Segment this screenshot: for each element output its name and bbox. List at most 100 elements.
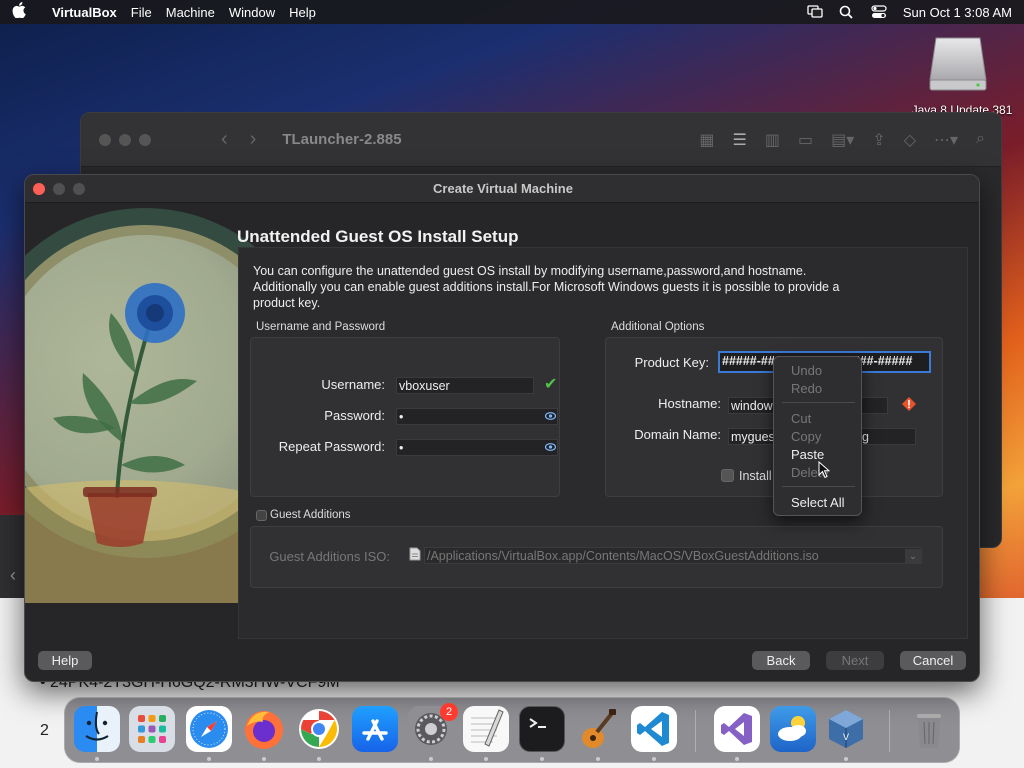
launchpad-icon[interactable] <box>129 706 175 752</box>
valid-check-icon: ✔ <box>544 376 558 393</box>
running-indicator <box>207 757 211 761</box>
file-icon <box>409 547 421 561</box>
dock-separator <box>889 710 890 752</box>
additional-options-label: Additional Options <box>611 321 705 333</box>
menu-item-select-all[interactable]: Select All <box>791 495 844 510</box>
show-password-eye-icon[interactable] <box>545 412 556 420</box>
menu-separator <box>782 486 855 487</box>
dock-separator <box>695 710 696 752</box>
repeat-password-label: Repeat Password: <box>278 439 385 454</box>
weather-icon[interactable] <box>770 706 816 752</box>
show-repeat-password-eye-icon[interactable] <box>545 443 556 451</box>
cancel-button[interactable]: Cancel <box>900 651 966 670</box>
menu-app-name[interactable]: VirtualBox <box>52 5 117 20</box>
next-button[interactable]: Next <box>826 651 884 670</box>
password-label: Password: <box>324 408 385 423</box>
help-button[interactable]: Help <box>38 651 92 670</box>
guest-additions-label: Guest Additions <box>270 509 351 521</box>
edit-context-menu: Undo Redo Cut Copy Paste Delete Select A… <box>773 356 862 516</box>
app-store-icon[interactable] <box>352 706 398 752</box>
column-view-icon[interactable]: ▥ <box>765 130 780 150</box>
page-title: Unattended Guest OS Install Setup <box>237 227 519 246</box>
product-key-label: Product Key: <box>634 355 709 370</box>
list-view-icon[interactable]: ☰ <box>733 130 747 150</box>
left-arrow-icon[interactable]: ‹ <box>10 565 16 586</box>
textedit-icon[interactable] <box>463 706 509 752</box>
menu-item-undo[interactable]: Undo <box>791 363 822 378</box>
password-input[interactable]: • <box>396 408 558 425</box>
username-input[interactable]: vboxuser <box>396 377 534 394</box>
running-indicator <box>735 757 739 761</box>
iso-dropdown-chevron-icon[interactable]: ⌄ <box>905 549 921 564</box>
guest-additions-iso-label: Guest Additions ISO: <box>269 549 390 564</box>
install-in-background-checkbox[interactable] <box>721 469 734 482</box>
menu-item-paste[interactable]: Paste <box>791 447 824 462</box>
vscode-icon[interactable] <box>631 706 677 752</box>
page-description: You can configure the unattended guest O… <box>253 264 840 310</box>
background-doc-line-2: 2 <box>40 722 49 739</box>
chrome-icon[interactable] <box>296 706 342 752</box>
share-icon[interactable]: ⇪ <box>872 130 885 150</box>
guest-additions-iso-field[interactable]: /Applications/VirtualBox.app/Contents/Ma… <box>424 547 922 564</box>
apple-icon[interactable] <box>12 1 42 23</box>
warning-icon <box>902 397 916 411</box>
svg-text:V: V <box>843 732 849 742</box>
forward-arrow-icon[interactable]: › <box>250 128 257 151</box>
menu-bar: VirtualBox File Machine Window Help Sun … <box>0 0 1024 24</box>
menu-help[interactable]: Help <box>289 5 316 20</box>
menu-machine[interactable]: Machine <box>166 5 215 20</box>
trash-icon[interactable] <box>906 706 952 752</box>
domain-name-value: mygues <box>731 430 775 444</box>
external-drive-icon[interactable] <box>928 36 988 92</box>
repeat-password-input[interactable]: • <box>396 439 558 456</box>
menu-file[interactable]: File <box>131 5 152 20</box>
firefox-icon[interactable] <box>241 706 287 752</box>
running-indicator <box>652 757 656 761</box>
spotlight-search-icon[interactable] <box>839 5 855 19</box>
gallery-view-icon[interactable]: ▭ <box>798 130 813 150</box>
running-indicator <box>540 757 544 761</box>
running-indicator <box>596 757 600 761</box>
finder-traffic-lights <box>99 133 151 146</box>
more-icon[interactable]: ⋯▾ <box>934 130 958 150</box>
menu-clock[interactable]: Sun Oct 1 3:08 AM <box>903 5 1012 20</box>
running-indicator <box>844 757 848 761</box>
visual-studio-icon[interactable] <box>714 706 760 752</box>
menu-separator <box>782 402 855 403</box>
tag-icon[interactable]: ◇ <box>904 130 916 150</box>
menu-item-cut[interactable]: Cut <box>791 411 811 426</box>
dialog-titlebar: Create Virtual Machine <box>25 175 979 203</box>
back-arrow-icon[interactable]: ‹ <box>221 128 228 151</box>
dock: V <box>64 697 960 763</box>
terminal-icon[interactable] <box>519 706 565 752</box>
menu-item-redo[interactable]: Redo <box>791 381 822 396</box>
finder-icon[interactable] <box>74 706 120 752</box>
control-center-icon[interactable] <box>871 5 887 19</box>
back-button[interactable]: Back <box>752 651 810 670</box>
username-label: Username: <box>321 377 385 392</box>
finder-title: TLauncher-2.885 <box>282 131 402 148</box>
running-indicator <box>317 757 321 761</box>
safari-icon[interactable] <box>186 706 232 752</box>
mouse-cursor-icon <box>818 461 830 479</box>
hostname-label: Hostname: <box>658 396 721 411</box>
install-checkbox-label: Install <box>739 469 772 483</box>
dialog-title: Create Virtual Machine <box>433 181 573 196</box>
menu-window[interactable]: Window <box>229 5 275 20</box>
finder-toolbar: ‹ › TLauncher-2.885 ▦ ☰ ▥ ▭ ▤▾ ⇪ ◇ ⋯▾ ⌕ <box>81 113 1001 167</box>
guest-additions-checkbox[interactable] <box>256 510 267 521</box>
group-icon[interactable]: ▤▾ <box>831 130 854 150</box>
search-icon[interactable]: ⌕ <box>976 130 985 150</box>
domain-name-suffix: g <box>862 430 869 444</box>
screen-mirroring-icon[interactable] <box>807 5 823 19</box>
username-group-label: Username and Password <box>256 321 386 333</box>
virtualbox-icon[interactable]: V <box>823 706 869 752</box>
running-indicator <box>484 757 488 761</box>
menu-item-copy[interactable]: Copy <box>791 429 821 444</box>
domain-name-label: Domain Name: <box>634 427 721 442</box>
icon-view-icon[interactable]: ▦ <box>699 130 714 150</box>
running-indicator <box>95 757 99 761</box>
running-indicator <box>262 757 266 761</box>
garageband-icon[interactable] <box>575 706 621 752</box>
running-indicator <box>429 757 433 761</box>
